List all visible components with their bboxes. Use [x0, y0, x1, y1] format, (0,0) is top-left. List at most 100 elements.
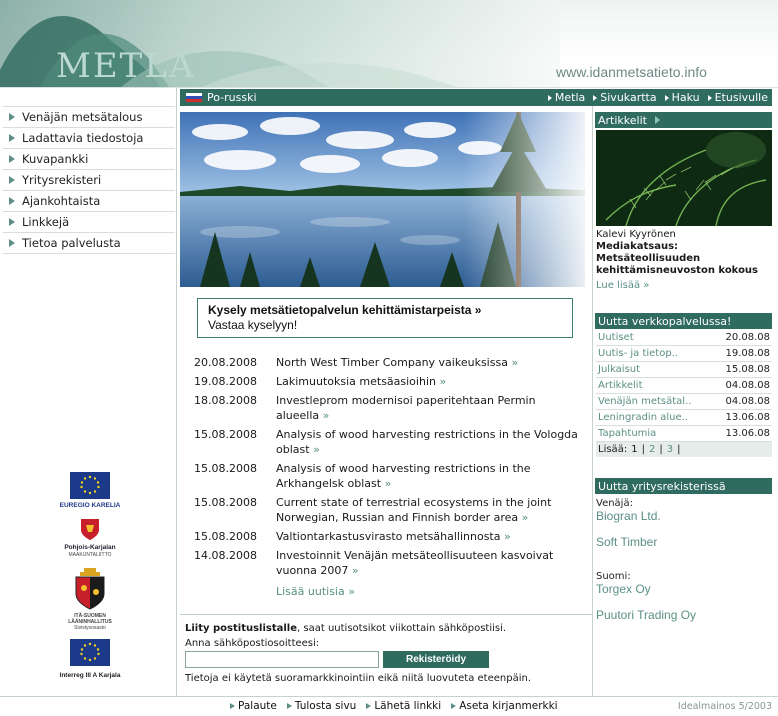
news-title-link[interactable]: Current state of terrestrial ecosystems … [276, 495, 580, 525]
top-bar: Po-russki Metla Sivukartta Haku Etusivul… [180, 89, 772, 106]
nav-item-ladattavia-tiedostoja[interactable]: Ladattavia tiedostoja [3, 128, 175, 149]
toplink-sivukartta[interactable]: Sivukartta [593, 91, 657, 104]
arrow-right-icon [9, 176, 15, 184]
registry-company-link[interactable]: Torgex Oy [596, 582, 772, 596]
partner-logos: EUREGIO KARELIA Pohjois-Karjalan MAAKUNT… [40, 472, 140, 687]
email-input[interactable] [185, 651, 379, 668]
po-russki-link[interactable]: Po-russki [180, 91, 257, 104]
newsletter-signup: Liity postituslistalle, saat uutisotsiko… [180, 614, 592, 696]
news-title-link[interactable]: Analysis of wood harvesting restrictions… [276, 427, 580, 457]
double-arrow-icon: » [313, 443, 320, 456]
nav-item-label: Linkkejä [22, 215, 70, 229]
service-name: Artikkelit [598, 380, 643, 391]
toplink-etusivulle[interactable]: Etusivulle [707, 91, 768, 104]
euregio-karelia-logo[interactable]: EUREGIO KARELIA [40, 472, 140, 509]
euregio-logo-text: EUREGIO KARELIA [59, 502, 121, 509]
news-title-link[interactable]: Lakimuutoksia metsäasioihin » [276, 374, 580, 389]
service-date: 04.08.08 [725, 396, 770, 407]
ita-suomi-crest-icon [75, 567, 105, 610]
page-1[interactable]: 1 [631, 444, 637, 455]
news-item: 20.08.2008 North West Timber Company vaik… [194, 355, 580, 370]
footer-links: Palaute Tulosta sivu Lähetä linkki Aseta… [230, 700, 568, 712]
company-registry-heading-label: Uutta yritysrekisterissä [598, 479, 726, 493]
toplink-haku[interactable]: Haku [664, 91, 700, 104]
ita-suomi-logo-text-3: Sivistysosasto [74, 624, 106, 631]
news-item: 18.08.2008 Investleprom modernisoi paperi… [194, 393, 580, 423]
metla-logo[interactable]: METLA [56, 46, 195, 86]
news-title-link[interactable]: Analysis of wood harvesting restrictions… [276, 461, 580, 491]
site-url: www.idanmetsatieto.info [556, 64, 707, 80]
arrow-right-icon [654, 116, 660, 124]
services-pager: Lisää: 1 | 2 | 3 | [596, 442, 772, 457]
articles-heading-label: Artikkelit [598, 113, 647, 127]
news-item: 15.08.2008 Analysis of wood harvesting re… [194, 427, 580, 457]
double-arrow-icon: » [322, 409, 330, 422]
news-item: 15.08.2008 Valtiontarkastusvirasto metsäh… [194, 529, 580, 544]
news-date: 19.08.2008 [194, 375, 257, 388]
service-row[interactable]: Uutiset 20.08.08 [596, 330, 772, 346]
site-header: METLA www.idanmetsatieto.info [0, 0, 778, 88]
nav-item-tietoa-palvelusta[interactable]: Tietoa palvelusta [3, 233, 175, 254]
nav-item-kuvapankki[interactable]: Kuvapankki [3, 149, 175, 170]
news-date: 20.08.2008 [194, 356, 257, 369]
service-name: Julkaisut [598, 364, 641, 375]
service-date: 20.08.08 [725, 332, 770, 343]
survey-box[interactable]: Kysely metsätietopalvelun kehittämistarp… [197, 298, 573, 338]
service-row[interactable]: Leningradin alue.. 13.06.08 [596, 410, 772, 426]
service-row[interactable]: Uutis- ja tietop.. 19.08.08 [596, 346, 772, 362]
page-2[interactable]: 2 [649, 444, 655, 455]
news-item: 15.08.2008 Current state of terrestrial e… [194, 495, 580, 525]
news-item: 14.08.2008 Investoinnit Venäjän metsäteol… [194, 548, 580, 578]
service-date: 13.06.08 [725, 412, 770, 423]
service-date: 15.08.08 [725, 364, 770, 375]
service-name: Venäjän metsätal.. [598, 396, 692, 407]
double-arrow-icon: » [521, 511, 529, 524]
news-title-link[interactable]: Investleprom modernisoi paperitehtaan Pe… [276, 393, 580, 423]
news-date: 14.08.2008 [194, 549, 257, 562]
nav-item-linkkeja[interactable]: Linkkejä [3, 212, 175, 233]
pohjois-karjala-crest-icon [81, 519, 99, 541]
news-title-link[interactable]: Investoinnit Venäjän metsäteollisuuteen … [276, 548, 580, 578]
service-row[interactable]: Artikkelit 04.08.08 [596, 378, 772, 394]
arrow-right-icon [286, 703, 292, 709]
footer-link-laheta-linkki[interactable]: Lähetä linkki [366, 700, 441, 712]
footer-link-palaute[interactable]: Palaute [230, 700, 277, 712]
register-button[interactable]: Rekisteröidy [383, 651, 489, 668]
column-divider [176, 88, 177, 696]
nav-item-ajankohtaista[interactable]: Ajankohtaista [3, 191, 175, 212]
news-title-link[interactable]: Valtiontarkastusvirasto metsähallinnosta… [276, 529, 580, 544]
toplink-metla[interactable]: Metla [547, 91, 585, 104]
nav-item-label: Tietoa palvelusta [22, 236, 121, 250]
interreg-logo[interactable]: Interreg III A Karjala [40, 638, 140, 679]
registry-company-link[interactable]: Biogran Ltd. [596, 509, 772, 523]
footer-link-tulosta-sivu[interactable]: Tulosta sivu [286, 700, 356, 712]
service-row[interactable]: Venäjän metsätal.. 04.08.08 [596, 394, 772, 410]
toplink-label: Haku [671, 91, 700, 104]
service-row[interactable]: Julkaisut 15.08.08 [596, 362, 772, 378]
pohjois-karjalan-logo[interactable]: Pohjois-Karjalan MAAKUNTALIITTO [40, 517, 140, 558]
service-date: 04.08.08 [725, 380, 770, 391]
double-arrow-icon: » [439, 375, 447, 388]
more-news-link[interactable]: Lisää uutisia » [276, 585, 355, 598]
nav-item-label: Kuvapankki [22, 152, 89, 166]
service-row[interactable]: Tapahtumia 13.06.08 [596, 426, 772, 442]
news-title-link[interactable]: North West Timber Company vaikeuksissa » [276, 355, 580, 370]
arrow-right-icon [593, 94, 598, 101]
survey-link[interactable]: Vastaa kyselyyn! [208, 318, 562, 332]
article-title[interactable]: Mediakatsaus: Metsäteollisuuden kehittämi… [596, 241, 772, 277]
left-navigation: Venäjän metsätalous Ladattavia tiedostoj… [3, 106, 175, 254]
ita-suomen-laaninhallitus-logo[interactable]: ITÄ-SUOMEN LÄÄNINHALLITUS Sivistysosasto [40, 566, 140, 631]
registry-company-link[interactable]: Soft Timber [596, 535, 772, 549]
read-more-link[interactable]: Lue lisää » [596, 280, 772, 292]
nav-item-label: Yritysrekisteri [22, 173, 102, 187]
nav-item-yritysrekisteri[interactable]: Yritysrekisteri [3, 170, 175, 191]
arrow-right-icon [366, 703, 372, 709]
arrow-right-icon [9, 134, 15, 142]
nav-item-venajan-metsatalous[interactable]: Venäjän metsätalous [3, 107, 175, 128]
footer-link-aseta-kirjanmerkki[interactable]: Aseta kirjanmerkki [451, 700, 558, 712]
news-item: 15.08.2008 Analysis of wood harvesting re… [194, 461, 580, 491]
page-3[interactable]: 3 [667, 444, 673, 455]
articles-heading[interactable]: Artikkelit [595, 112, 772, 128]
registry-company-link[interactable]: Puutori Trading Oy [596, 608, 772, 622]
service-date: 13.06.08 [725, 428, 770, 439]
